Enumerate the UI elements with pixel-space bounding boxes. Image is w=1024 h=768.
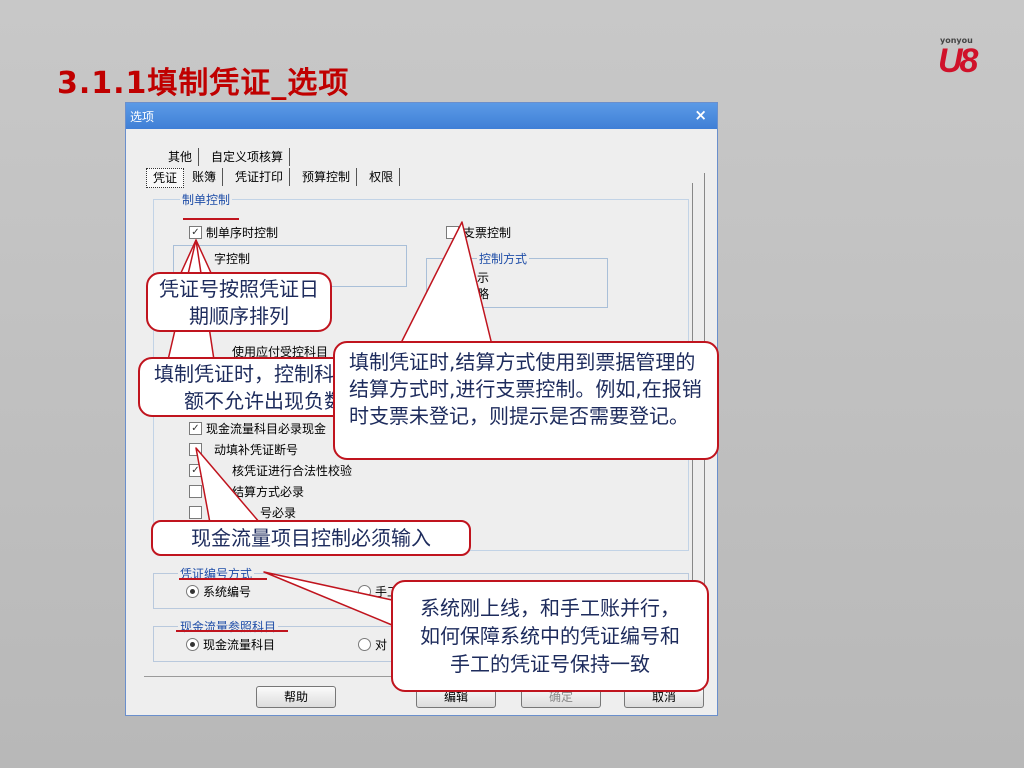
radio-cashflow-subject[interactable]: 现金流量科目: [186, 636, 275, 653]
logo-mark: U8: [938, 42, 979, 80]
group-label-control-method: 控制方式: [477, 250, 530, 267]
checkbox-icon[interactable]: [446, 226, 459, 239]
highlight-underline-zhidan: [183, 218, 239, 220]
option-label: 号必录: [260, 506, 297, 520]
tab-row-lower: 凭证 账簿 凭证打印 预算控制 权限: [146, 168, 401, 188]
radio-counter-subject[interactable]: 对: [358, 636, 387, 653]
option-label: 支票控制: [463, 226, 512, 240]
tab-voucher[interactable]: 凭证: [146, 168, 185, 188]
checkbox-checked-icon[interactable]: ✓: [189, 226, 202, 239]
checkbox-icon[interactable]: [189, 506, 202, 519]
tab-permission[interactable]: 权限: [363, 168, 401, 186]
dialog-titlebar: 选项 ×: [126, 103, 717, 129]
option-legality-check[interactable]: ✓ 核凭证进行合法性校验: [189, 462, 352, 479]
option-bill-number-required[interactable]: 号必录: [189, 504, 296, 521]
callout-check-control: 填制凭证时,结算方式使用到票据管理的结算方式时,进行支票控制。例如,在报销时支票…: [333, 341, 719, 460]
help-button[interactable]: 帮助: [256, 686, 336, 708]
option-settlement-required[interactable]: 结算方式必录: [189, 483, 304, 500]
radio-selected-icon[interactable]: [186, 638, 199, 651]
radio-system-numbering[interactable]: 系统编号: [186, 583, 251, 600]
option-label: 对: [375, 638, 388, 652]
slide-title: 3.1.1填制凭证_选项: [57, 66, 350, 101]
radio-icon[interactable]: [358, 638, 371, 651]
tab-custom-accounting[interactable]: 自定义项核算: [205, 148, 291, 166]
option-label: 核凭证进行合法性校验: [232, 464, 353, 478]
tab-other[interactable]: 其他: [162, 148, 200, 166]
control-method-box: 控制方式 示 略: [426, 250, 608, 308]
option-auto-fill-gap[interactable]: 动填补凭证断号: [189, 441, 298, 458]
option-label: 结算方式必录: [232, 485, 305, 499]
option-cashflow-required[interactable]: ✓ 现金流量科目必录现金: [189, 420, 326, 437]
callout-date-order: 凭证号按照凭证日期顺序排列: [146, 272, 332, 332]
option-label: 现金流量科目必录现金: [206, 422, 327, 436]
option-label: 现金流量科目: [203, 638, 276, 652]
option-label: 制单序时控制: [206, 226, 279, 240]
group-label-zhidan: 制单控制: [180, 191, 233, 208]
checkbox-checked-icon[interactable]: ✓: [189, 422, 202, 435]
option-check-control[interactable]: 支票控制: [446, 224, 511, 241]
option-zhidan-order[interactable]: ✓ 制单序时控制: [189, 224, 278, 241]
option-method-prompt[interactable]: 示: [477, 269, 489, 286]
group-label-cashflow-ref: 现金流量参照科目: [178, 618, 279, 635]
close-icon[interactable]: ×: [694, 106, 707, 124]
callout-cashflow-required: 现金流量项目控制必须输入: [151, 520, 471, 556]
option-label: 动填补凭证断号: [214, 443, 299, 457]
tab-budget-control[interactable]: 预算控制: [296, 168, 358, 186]
tab-voucher-print[interactable]: 凭证打印: [229, 168, 291, 186]
checkbox-icon[interactable]: [189, 443, 202, 456]
tab-row-upper: 其他 自定义项核算: [162, 148, 291, 166]
option-label: 系统编号: [203, 585, 252, 599]
option-chizi[interactable]: 字控制: [214, 250, 250, 267]
checkbox-icon[interactable]: [189, 485, 202, 498]
callout-voucher-numbering: 系统刚上线，和手工账并行，如何保障系统中的凭证编号和手工的凭证号保持一致: [391, 580, 709, 692]
radio-icon[interactable]: [358, 585, 371, 598]
tab-ledger[interactable]: 账簿: [186, 168, 224, 186]
checkbox-checked-icon[interactable]: ✓: [189, 464, 202, 477]
dialog-title: 选项: [130, 110, 155, 124]
highlight-underline-numbering: [179, 578, 267, 580]
u8-logo: yonyou U8: [938, 36, 988, 80]
radio-selected-icon[interactable]: [186, 585, 199, 598]
highlight-underline-cashflow-ref: [176, 630, 288, 632]
option-method-ignore[interactable]: 略: [477, 285, 489, 302]
